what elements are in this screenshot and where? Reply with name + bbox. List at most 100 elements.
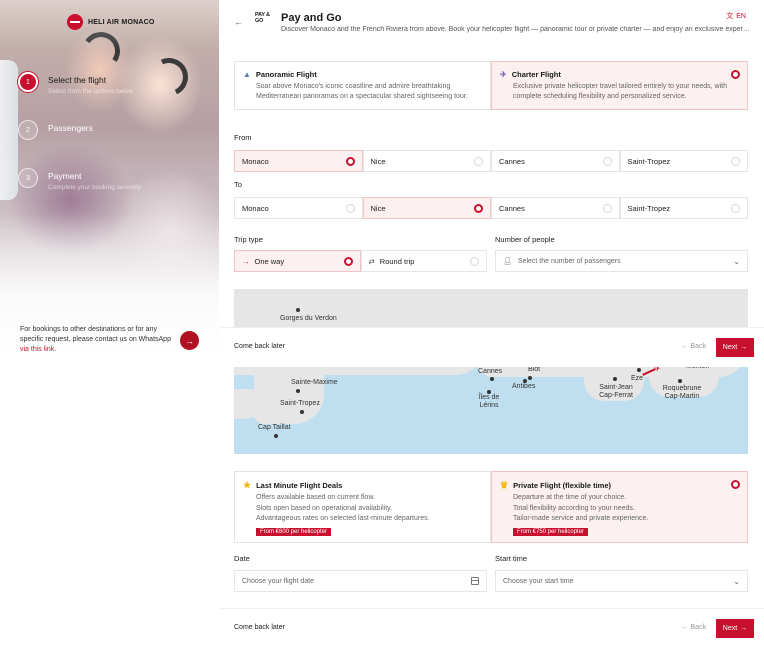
step-select-flight: 1 Select the flight Select from the opti…	[18, 72, 208, 120]
last-minute-deals-card[interactable]: ★ Last Minute Flight Deals Offers availa…	[234, 471, 491, 543]
plane-icon: ✈	[500, 70, 507, 79]
place-antibes: Antibes	[512, 383, 536, 390]
step-number: 3	[18, 168, 38, 188]
place-sainte-maxime: Sainte-Maxime	[291, 379, 338, 386]
page-subtitle: Discover Monaco and the French Riviera f…	[281, 26, 751, 33]
back-arrow-icon[interactable]: ←	[234, 17, 243, 27]
step-subtitle: Complete your booking securely	[48, 184, 141, 191]
place-iles-de-lerins: Îles de Lérins	[478, 394, 500, 409]
come-back-later-link[interactable]: Come back later	[234, 624, 285, 631]
date-label: Date	[234, 554, 250, 563]
trip-option-round-trip[interactable]: ⇄ Round trip	[360, 250, 487, 272]
map-marker	[613, 377, 617, 381]
mountain-icon: ▲	[243, 70, 251, 79]
panoramic-flight-card[interactable]: ▲ Panoramic Flight Soar above Monaco's i…	[234, 61, 491, 111]
language-selector[interactable]: 文 EN	[726, 11, 746, 21]
map-marker	[300, 410, 304, 414]
place-biot: Biot	[528, 366, 541, 373]
map-marker	[637, 368, 641, 372]
contact-arrow-button[interactable]: →	[180, 331, 199, 350]
to-option-monaco[interactable]: Monaco	[234, 197, 363, 219]
card-title: Panoramic Flight	[255, 70, 317, 79]
chevron-down-icon: ⌄	[733, 577, 740, 586]
to-group: To Monaco Nice Cannes Saint-Tropez	[234, 180, 748, 219]
to-option-nice[interactable]: Nice	[362, 197, 491, 219]
from-option-monaco[interactable]: Monaco	[234, 150, 363, 172]
to-option-saint-tropez[interactable]: Saint-Tropez	[619, 197, 748, 219]
helicopter-icon	[67, 14, 83, 30]
to-label: To	[234, 180, 242, 189]
card-title: Private Flight (flexible time)	[513, 481, 612, 490]
arrow-right-icon: →	[242, 256, 250, 266]
hero-panel: HELI AIR MONACO 1 Select the flight Sele…	[0, 0, 219, 363]
trip-option-one-way[interactable]: → One way	[234, 250, 361, 272]
from-option-nice[interactable]: Nice	[362, 150, 491, 172]
trip-group: Trip type → One way ⇄ Round trip Number …	[234, 235, 748, 272]
place-saint-tropez: Saint-Tropez	[280, 400, 320, 407]
back-button[interactable]: ← Back	[681, 343, 706, 350]
charter-flight-card[interactable]: ✈ Charter Flight Exclusive private helic…	[491, 61, 748, 111]
bottom-nav-bar: Come back later ← Back Next →	[220, 608, 764, 648]
chevron-down-icon: ⌄	[733, 257, 740, 266]
radio-selected[interactable]	[731, 480, 740, 489]
arrow-right-icon: →	[740, 344, 748, 351]
next-button[interactable]: Next →	[716, 619, 754, 638]
pricing-group: ★ Last Minute Flight Deals Offers availa…	[234, 471, 748, 543]
page-title: Pay and Go	[281, 12, 342, 24]
map-marker	[296, 308, 300, 312]
brand-logo[interactable]: HELI AIR MONACO	[67, 14, 155, 30]
from-label: From	[234, 133, 252, 142]
place-saint-jean-cap-ferrat: Saint-Jean Cap-Ferrat	[599, 384, 633, 399]
language-code: EN	[736, 12, 746, 20]
from-group: From Monaco Nice Cannes Saint-Tropez	[234, 133, 748, 172]
schedule-group: Date Choose your flight date Start time …	[234, 554, 748, 592]
map-marker	[490, 377, 494, 381]
step-number: 2	[18, 120, 38, 140]
to-option-cannes[interactable]: Cannes	[491, 197, 620, 219]
place-cannes: Cannes	[478, 368, 503, 375]
radio-selected[interactable]	[731, 70, 740, 79]
step-payment: 3 Payment Complete your booking securely	[18, 168, 208, 216]
date-input[interactable]: Choose your flight date	[234, 570, 487, 592]
card-title: Charter Flight	[511, 70, 561, 79]
step-title: Payment	[48, 171, 82, 181]
contact-note: For bookings to other destinations or fo…	[20, 325, 180, 355]
private-flight-card[interactable]: ♛ Private Flight (flexible time) Departu…	[491, 471, 748, 543]
back-button[interactable]: ← Back	[681, 624, 706, 631]
from-option-saint-tropez[interactable]: Saint-Tropez	[619, 150, 748, 172]
map-marker	[296, 389, 300, 393]
map-marker	[678, 379, 682, 383]
card-title: Last Minute Flight Deals	[256, 481, 343, 490]
swap-icon: ⇄	[368, 256, 375, 266]
whatsapp-link[interactable]: via this link.	[20, 346, 56, 353]
flight-type-group: ▲ Panoramic Flight Soar above Monaco's i…	[234, 61, 748, 111]
place-eze: Eze	[631, 375, 644, 382]
come-back-later-link[interactable]: Come back later	[234, 343, 285, 350]
from-option-cannes[interactable]: Cannes	[491, 150, 620, 172]
stepper: 1 Select the flight Select from the opti…	[18, 72, 208, 216]
pay-and-go-logo: PAY & GO	[255, 12, 270, 24]
floating-nav-bar: Come back later ← Back Next →	[220, 327, 764, 367]
start-time-select[interactable]: Choose your start time ⌄	[495, 570, 748, 592]
user-icon: 👤︎	[503, 258, 512, 265]
card-description: Soar above Monaco's iconic coastline and…	[256, 83, 468, 101]
map-marker	[528, 376, 532, 380]
step-number: 1	[18, 72, 38, 92]
step-title: Passengers	[48, 123, 93, 133]
page-header: ← PAY & GO Pay and Go Discover Monaco an…	[230, 8, 760, 38]
next-button[interactable]: Next →	[716, 338, 754, 357]
people-select[interactable]: 👤︎ Select the number of passengers ⌄	[495, 250, 748, 272]
people-placeholder: Select the number of passengers	[517, 257, 621, 265]
brand-name: HELI AIR MONACO	[88, 18, 155, 26]
step-subtitle: Select from the options below	[48, 88, 134, 95]
route-map[interactable]: Gorges du Verdon Sainte-Maxime Saint-Tro…	[234, 289, 748, 454]
arrow-right-icon: →	[185, 335, 194, 346]
trip-type-label: Trip type	[234, 235, 263, 244]
place-gorges-du-verdon: Gorges du Verdon	[280, 315, 337, 322]
start-time-label: Start time	[495, 554, 528, 563]
people-label: Number of people	[495, 235, 555, 244]
crown-icon: ♛	[500, 480, 509, 490]
map-marker	[274, 434, 278, 438]
translate-icon: 文	[726, 13, 734, 20]
star-icon: ★	[243, 480, 252, 490]
